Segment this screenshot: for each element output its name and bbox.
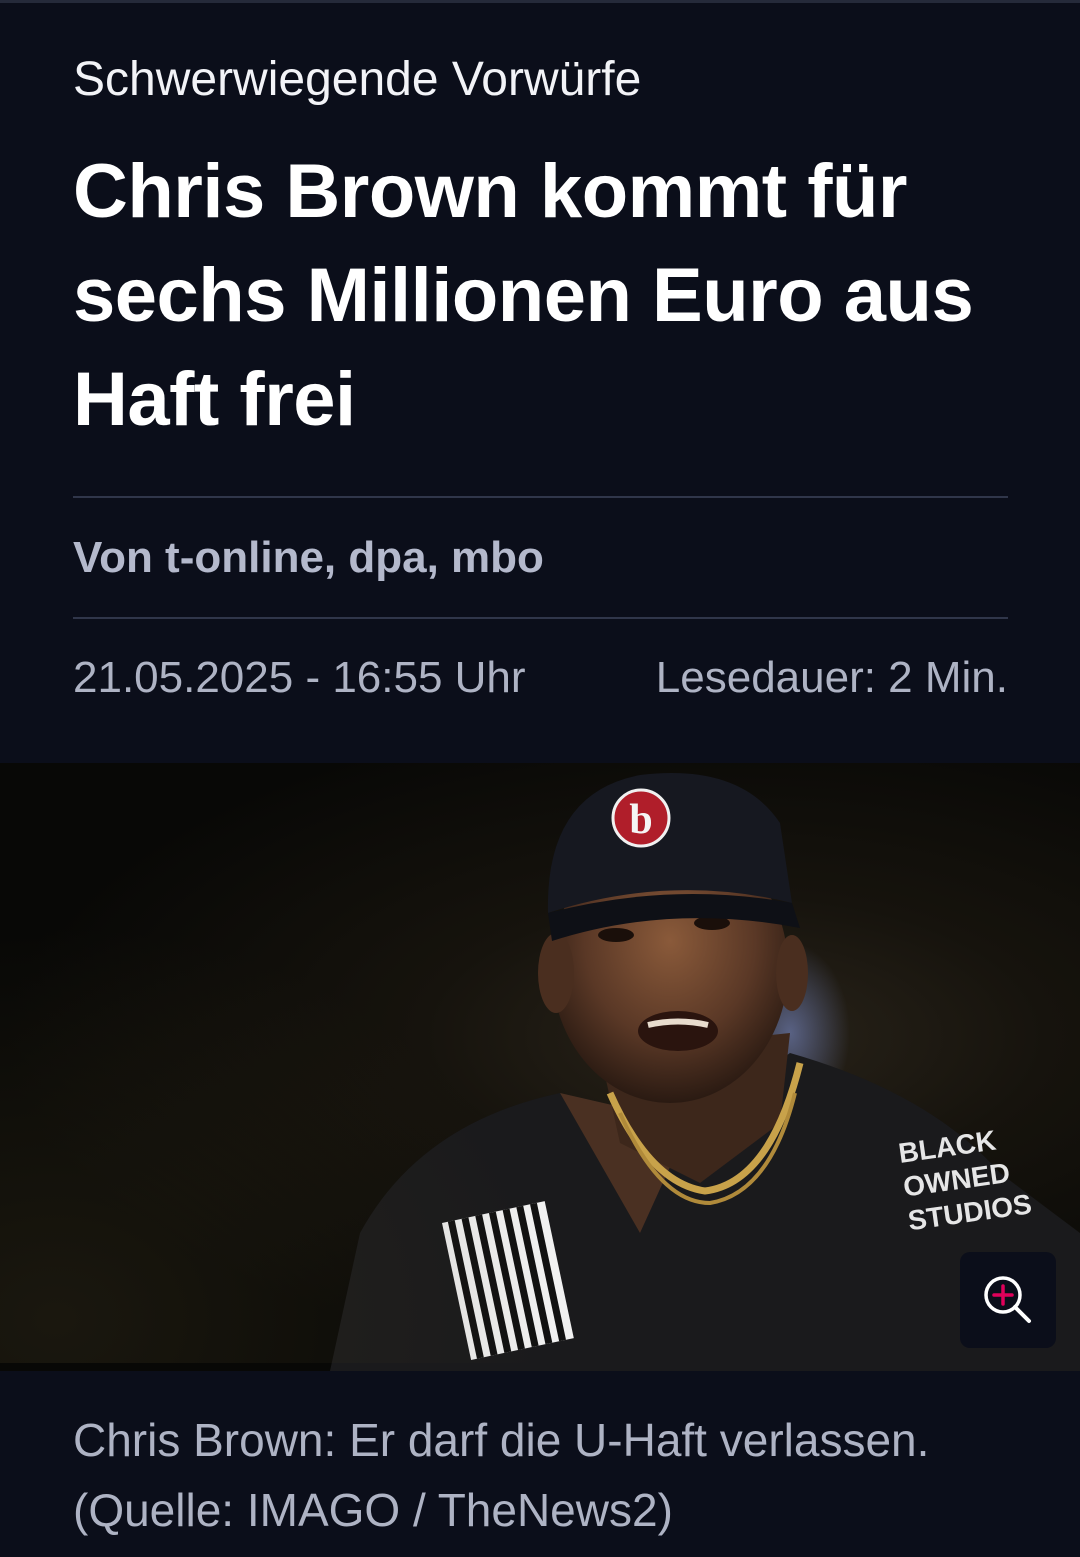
- article-meta: 21.05.2025 - 16:55 Uhr Lesedauer: 2 Min.: [73, 650, 1008, 706]
- divider-bottom: [73, 617, 1008, 619]
- article-page: Schwerwiegende Vorwürfe Chris Brown komm…: [0, 0, 1080, 1557]
- divider-top: [73, 496, 1008, 498]
- cap-logo: b: [629, 797, 652, 843]
- top-border: [0, 0, 1080, 3]
- article-author[interactable]: Von t-online, dpa, mbo: [73, 530, 544, 586]
- zoom-in-button[interactable]: [960, 1252, 1056, 1348]
- zoom-in-icon: [984, 1276, 1031, 1323]
- reading-time: Lesedauer: 2 Min.: [655, 653, 1008, 702]
- article-kicker: Schwerwiegende Vorwürfe: [73, 53, 642, 106]
- article-title: Chris Brown kommt für sechs Millionen Eu…: [73, 149, 974, 442]
- article-photo[interactable]: b BLACK OWNED STUDIOS: [0, 763, 1080, 1371]
- image-caption: Chris Brown: Er darf die U-Haft verlasse…: [73, 1414, 930, 1536]
- publish-date: 21.05.2025 - 16:55 Uhr: [73, 653, 526, 702]
